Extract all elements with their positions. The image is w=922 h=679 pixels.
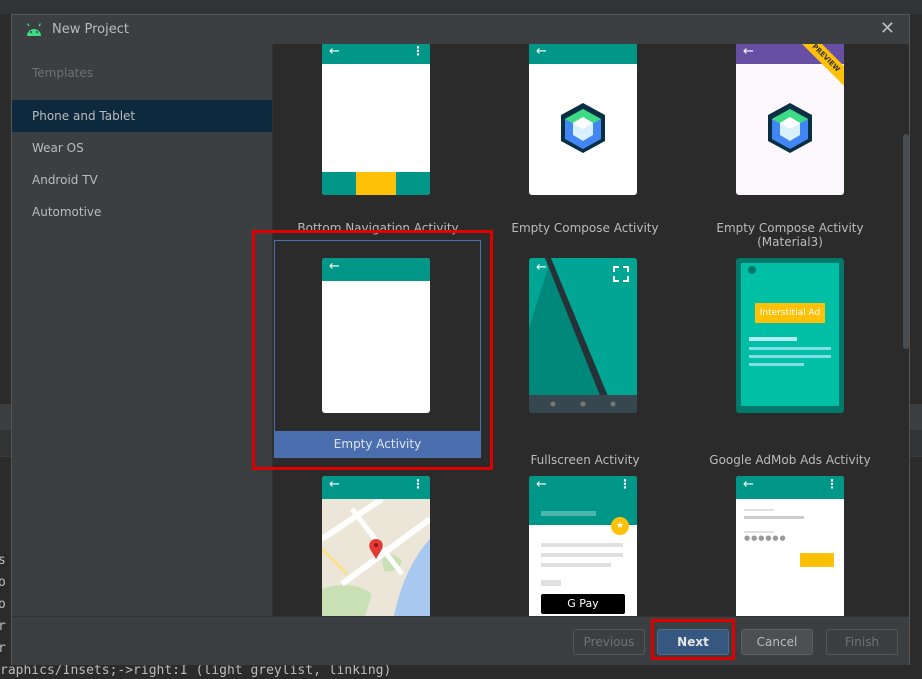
gallery-scrollbar[interactable] <box>903 44 909 616</box>
dialog-titlebar: New Project ✕ <box>12 15 909 45</box>
pay-text-line <box>541 553 623 557</box>
template-card-login[interactable]: ← ⋮ ●●●●●● <box>736 476 844 616</box>
back-arrow-icon: ← <box>536 260 547 275</box>
back-arrow-icon: ← <box>743 44 754 59</box>
annotation-highlight-empty-activity <box>252 230 493 470</box>
close-icon[interactable]: ✕ <box>880 18 895 39</box>
templates-sidebar: Templates Phone and Tablet Wear OS Andro… <box>12 44 273 616</box>
back-arrow-icon: ← <box>743 477 754 492</box>
annotation-highlight-next-button <box>651 619 735 660</box>
console-line-5: r <box>0 641 6 656</box>
console-line-3: o <box>0 597 6 612</box>
back-arrow-icon: ← <box>329 477 340 492</box>
ide-top-strip <box>0 0 922 14</box>
login-field-line <box>744 516 804 519</box>
app-bar: ← ⋮ <box>322 476 430 499</box>
star-icon: ★ <box>611 517 629 535</box>
ad-text-line <box>749 363 804 366</box>
console-line-2: o <box>0 575 6 590</box>
google-pay-button: G Pay <box>541 594 625 614</box>
cancel-button[interactable]: Cancel <box>741 629 813 655</box>
overflow-menu-icon: ⋮ <box>412 44 424 58</box>
sidebar-item-wear-os[interactable]: Wear OS <box>12 132 272 164</box>
app-bar: ← <box>529 44 637 64</box>
pay-text-line <box>541 580 561 586</box>
template-label-empty-compose-material3: Empty Compose Activity (Material3) <box>716 221 864 249</box>
template-card-empty-compose-material3[interactable]: ← PREVIEW <box>736 44 844 195</box>
ad-text-line <box>749 355 831 358</box>
app-bar: ← ⋮ <box>529 476 637 499</box>
dialog-title: New Project <box>52 22 129 37</box>
sidebar-item-phone-and-tablet[interactable]: Phone and Tablet <box>12 100 272 132</box>
pay-text-line <box>541 563 611 567</box>
app-bar: ← ⋮ <box>322 44 430 64</box>
password-dots: ●●●●●● <box>744 534 787 542</box>
login-field-label <box>744 509 774 511</box>
template-card-admob[interactable]: Interstitial Ad <box>736 258 844 413</box>
ad-panel: Interstitial Ad <box>741 263 839 406</box>
app-bar: ← ⋮ <box>736 476 844 499</box>
overflow-menu-icon: ⋮ <box>619 477 631 491</box>
finish-button[interactable]: Finish <box>826 629 898 655</box>
template-card-empty-compose[interactable]: ← <box>529 44 637 195</box>
login-button-graphic <box>800 553 834 567</box>
bottom-nav-selected-tab <box>356 172 396 195</box>
dialog-footer: Previous Next Cancel Finish <box>12 616 909 665</box>
pay-header-line <box>541 511 596 516</box>
login-field-label <box>744 531 774 533</box>
previous-button[interactable]: Previous <box>573 629 645 655</box>
back-arrow-icon: ← <box>536 477 547 492</box>
sidebar-heading: Templates <box>32 66 94 80</box>
fullscreen-expand-icon <box>613 266 629 282</box>
scrollbar-thumb[interactable] <box>903 134 909 349</box>
ad-text-line <box>749 347 831 350</box>
template-card-fullscreen[interactable]: ← <box>529 258 637 413</box>
sidebar-item-android-tv[interactable]: Android TV <box>12 164 272 196</box>
console-line-4: r <box>0 619 6 634</box>
back-arrow-icon: ← <box>536 44 547 59</box>
back-arrow-icon: ← <box>329 44 340 59</box>
ad-text-line <box>749 337 797 341</box>
template-label-fullscreen: Fullscreen Activity <box>530 453 640 467</box>
console-line-1: s <box>0 553 6 568</box>
interstitial-ad-badge: Interstitial Ad <box>755 303 825 323</box>
template-label-empty-compose: Empty Compose Activity <box>511 221 659 235</box>
ad-dot <box>748 266 756 274</box>
android-icon <box>25 22 43 41</box>
template-label-admob: Google AdMob Ads Activity <box>709 453 871 467</box>
console-last-line: raphics/Insets;->right:I (light greylist… <box>0 663 392 678</box>
template-card-bottom-navigation[interactable]: ← ⋮ <box>322 44 430 195</box>
pay-text-line <box>541 543 623 547</box>
jetpack-compose-logo-icon <box>768 103 812 153</box>
overflow-menu-icon: ⋮ <box>826 477 838 491</box>
jetpack-compose-logo-icon <box>561 103 605 153</box>
bottom-nav-bar <box>322 172 430 195</box>
map-graphic <box>322 499 430 616</box>
sidebar-item-automotive[interactable]: Automotive <box>12 196 272 228</box>
template-card-google-pay[interactable]: ← ⋮ ★ G Pay <box>529 476 637 616</box>
overflow-menu-icon: ⋮ <box>412 477 424 491</box>
template-card-google-maps[interactable]: ← ⋮ <box>322 476 430 616</box>
